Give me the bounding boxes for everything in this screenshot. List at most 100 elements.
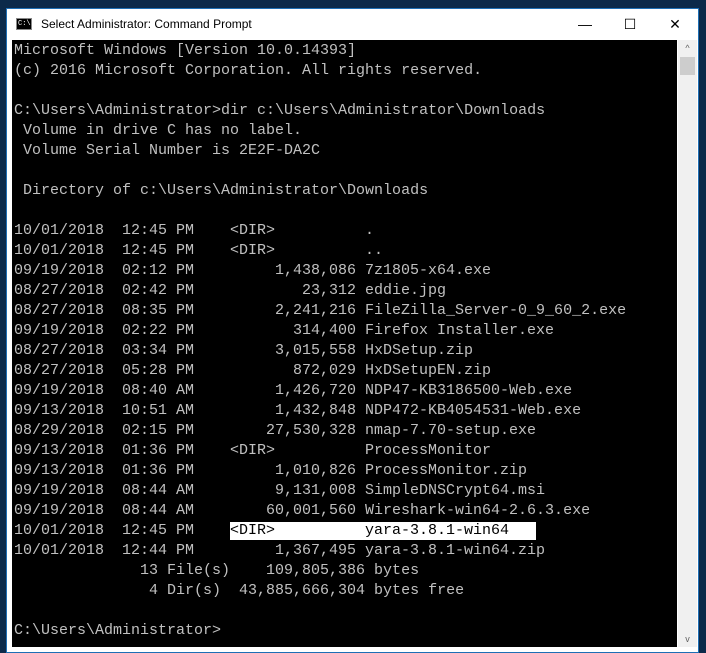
entry-size: 3,015,558 (275, 342, 357, 359)
console-line: C:\Users\Administrator>dir c:\Users\Admi… (14, 102, 546, 119)
maximize-button[interactable]: ☐ (607, 9, 653, 39)
entry-name: . (365, 222, 375, 239)
vertical-scrollbar[interactable]: ^ v (678, 40, 697, 647)
entry-size: 23,312 (302, 282, 357, 299)
entry-date: 10/01/2018 (14, 222, 105, 239)
dir-entry: 09/19/2018 08:44 AM 9,131,008 SimpleDNSCryp… (14, 481, 626, 501)
entry-date: 09/19/2018 (14, 382, 105, 399)
dir-entry: 08/27/2018 02:42 PM 23,312 eddie.jpg (14, 281, 626, 301)
dir-entry: 09/19/2018 08:44 AM 60,001,560 Wireshark-wi… (14, 501, 626, 521)
entry-size: 1,438,086 (275, 262, 357, 279)
console-line: 13 File(s) 109,805,386 bytes (14, 562, 420, 579)
entry-name: .. (365, 242, 384, 259)
entry-date: 09/19/2018 (14, 502, 105, 519)
entry-name: Wireshark-win64-2.6.3.exe (365, 502, 591, 519)
entry-time: 08:35 PM (122, 302, 195, 319)
entry-date: 09/19/2018 (14, 482, 105, 499)
entry-time: 08:44 AM (122, 482, 195, 499)
dir-entry: 10/01/2018 12:45 PM <DIR>. (14, 221, 626, 241)
console-line: Directory of c:\Users\Administrator\Down… (14, 182, 429, 199)
dir-entry: 10/01/2018 12:45 PM <DIR>.. (14, 241, 626, 261)
entry-name: SimpleDNSCrypt64.msi (365, 482, 546, 499)
selected-dir-entry: 10/01/2018 12:45 PM <DIR> yara-3.8.1-win64 (14, 521, 626, 541)
entry-time: 03:34 PM (122, 342, 195, 359)
window-title: Select Administrator: Command Prompt (41, 17, 252, 31)
dir-entry: 08/27/2018 08:35 PM 2,241,216 FileZilla_Ser… (14, 301, 626, 321)
entry-name: ProcessMonitor.zip (365, 462, 528, 479)
entry-dir-tag: <DIR> (230, 242, 276, 259)
entry-time: 08:40 AM (122, 382, 195, 399)
cmd-icon: C:\. (16, 18, 35, 30)
entry-size: 9,131,008 (275, 482, 357, 499)
scroll-thumb[interactable] (680, 57, 695, 75)
entry-name: HxDSetupEN.zip (365, 362, 492, 379)
entry-name: NDP47-KB3186500-Web.exe (365, 382, 573, 399)
entry-time: 01:36 PM (122, 462, 195, 479)
entry-dir-tag: <DIR> (230, 442, 276, 459)
entry-name: NDP472-KB4054531-Web.exe (365, 402, 582, 419)
entry-date: 09/13/2018 (14, 442, 105, 459)
dir-entry: 09/13/2018 01:36 PM <DIR> ProcessMonitor (14, 441, 626, 461)
entry-time: 01:36 PM (122, 442, 195, 459)
entry-date: 09/19/2018 (14, 262, 105, 279)
entry-date: 08/27/2018 (14, 362, 105, 379)
entry-name: HxDSetup.zip (365, 342, 474, 359)
entry-date: 10/01/2018 (14, 522, 105, 539)
entry-date: 08/27/2018 (14, 302, 105, 319)
entry-size: 27,530,328 (266, 422, 357, 439)
console-line: Volume Serial Number is 2E2F-DA2C (14, 142, 321, 159)
dir-entry: 09/19/2018 08:40 AM 1,426,720 NDP47-KB31865… (14, 381, 626, 401)
close-button[interactable]: ✕ (652, 9, 698, 39)
entry-dir-tag: <DIR> (230, 522, 276, 539)
console-line: Volume in drive C has no label. (14, 122, 303, 139)
console-lines: Microsoft Windows [Version 10.0.14393] (c… (14, 41, 626, 641)
entry-time: 08:44 AM (122, 502, 195, 519)
console-line: 4 Dir(s) 43,885,666,304 bytes free (14, 582, 465, 599)
entry-time: 02:42 PM (122, 282, 195, 299)
title-bar[interactable]: C:\. Select Administrator: Command Promp… (7, 9, 698, 40)
entry-date: 10/01/2018 (14, 242, 105, 259)
entry-size: 1,010,826 (275, 462, 357, 479)
dir-entry: 08/27/2018 03:34 PM 3,015,558 HxDSetup.zip (14, 341, 626, 361)
entry-date: 08/29/2018 (14, 422, 105, 439)
entry-date: 09/13/2018 (14, 402, 105, 419)
entry-time: 05:28 PM (122, 362, 195, 379)
entry-date: 08/27/2018 (14, 282, 105, 299)
scroll-down-icon[interactable]: v (678, 634, 697, 644)
dir-entry: 09/19/2018 02:22 PM 314,400 Firefox Install… (14, 321, 626, 341)
entry-name: Firefox Installer.exe (365, 322, 555, 339)
entry-date: 09/13/2018 (14, 462, 105, 479)
entry-size: 1,426,720 (275, 382, 357, 399)
console-line: C:\Users\Administrator> (14, 622, 222, 639)
entry-size: 2,241,216 (275, 302, 357, 319)
entry-size: 314,400 (293, 322, 357, 339)
entry-date: 08/27/2018 (14, 342, 105, 359)
entry-time: 02:22 PM (122, 322, 195, 339)
entry-time: 10:51 AM (122, 402, 195, 419)
scroll-up-icon[interactable]: ^ (678, 43, 697, 53)
entry-time: 02:15 PM (122, 422, 195, 439)
entry-name: ProcessMonitor (365, 442, 492, 459)
dir-entry: 09/19/2018 02:12 PM 1,438,086 7z1805-x64.ex… (14, 261, 626, 281)
dir-entry: 08/29/2018 02:15 PM 27,530,328 nmap-7.70-se… (14, 421, 626, 441)
dir-entry: 10/01/2018 12:44 PM 1,367,495 yara-3.8.1-wi… (14, 541, 626, 561)
entry-name: nmap-7.70-setup.exe (365, 422, 537, 439)
entry-time: 12:45 PM (122, 222, 195, 239)
entry-size: 872,029 (293, 362, 357, 379)
entry-date: 09/19/2018 (14, 322, 105, 339)
entry-dir-tag: <DIR> (230, 222, 276, 239)
console-output[interactable]: Microsoft Windows [Version 10.0.14393] (c… (12, 40, 677, 647)
dir-entry: 09/13/2018 01:36 PM 1,010,826 ProcessMonito… (14, 461, 626, 481)
entry-size: 1,432,848 (275, 402, 357, 419)
console-line: Microsoft Windows [Version 10.0.14393] (14, 42, 357, 59)
entry-name: eddie.jpg (365, 282, 447, 299)
entry-name: yara-3.8.1-win64.zip (365, 542, 546, 559)
entry-name: yara-3.8.1-win64 (365, 522, 510, 539)
entry-size: 60,001,560 (266, 502, 357, 519)
entry-size: 1,367,495 (275, 542, 357, 559)
minimize-button[interactable]: — (562, 9, 608, 39)
